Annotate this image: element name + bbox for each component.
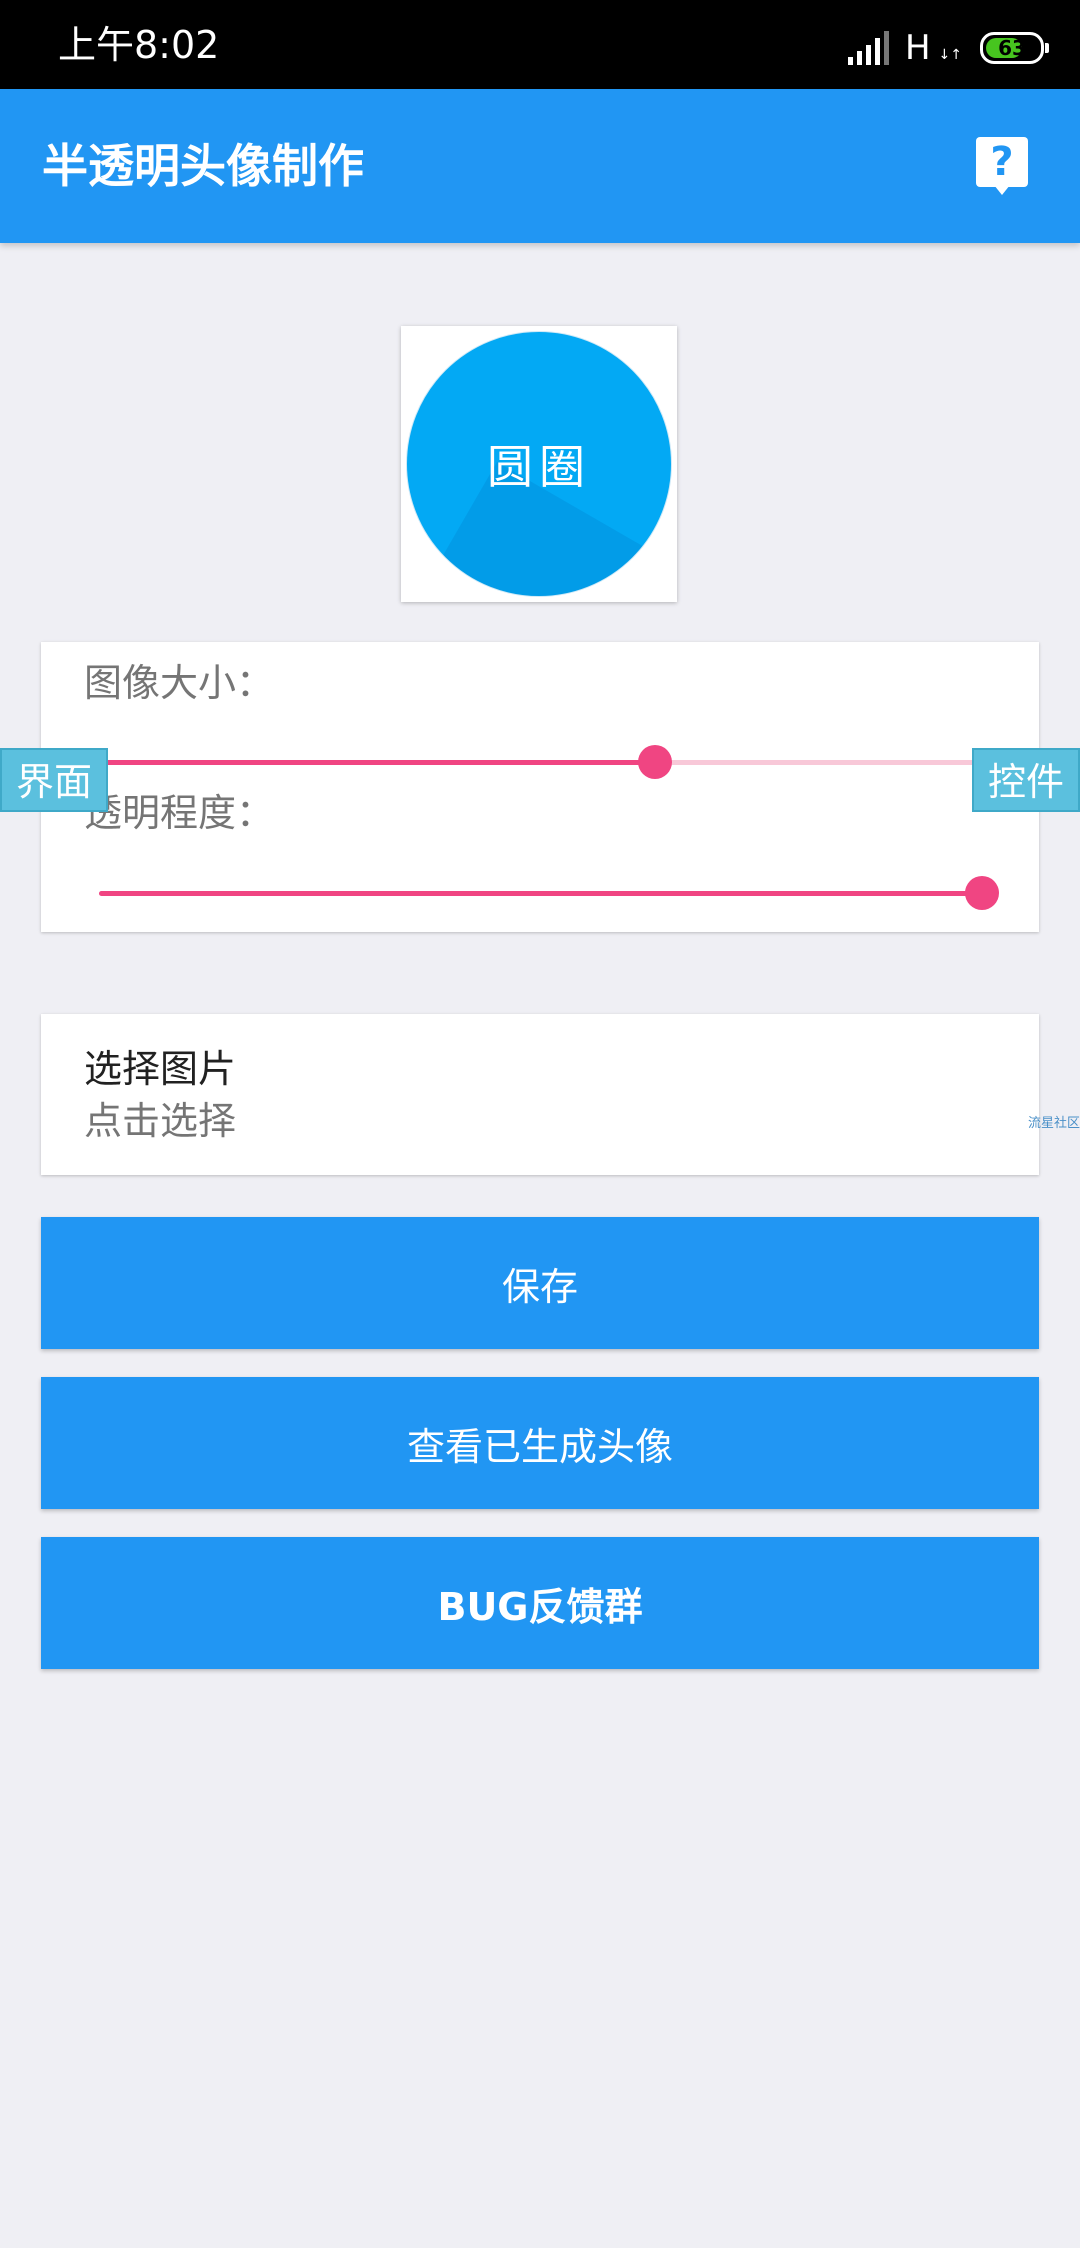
battery-level: 63 [998, 36, 1026, 60]
network-type: H [904, 28, 931, 68]
slider-fill [99, 891, 982, 896]
opacity-slider[interactable] [99, 876, 999, 910]
app-bar: 半透明头像制作 ? [0, 89, 1080, 243]
app-title: 半透明头像制作 [42, 139, 364, 193]
slider-fill [99, 760, 656, 765]
watermark: 流星社区 [1028, 1116, 1080, 1131]
opacity-label: 透明程度： [84, 791, 275, 835]
help-button[interactable]: ? [976, 137, 1028, 195]
side-tag-interface[interactable]: 界面 [0, 748, 108, 812]
signal-icon [847, 31, 889, 65]
status-bar: 上午8:02 H ↓↑ 63 [0, 0, 1080, 89]
battery-icon: 63 [980, 32, 1049, 64]
network-activity-icon: ↓↑ [938, 47, 962, 63]
help-icon-tail [994, 185, 1010, 195]
status-icons: H ↓↑ 63 [847, 28, 1049, 68]
choose-image-hint: 点击选择 [84, 1099, 237, 1143]
status-time: 上午8:02 [58, 23, 220, 67]
battery-tip [1045, 43, 1049, 53]
choose-image-title: 选择图片 [84, 1047, 237, 1091]
choose-image-card[interactable]: 选择图片 点击选择 [41, 1014, 1039, 1175]
bug-feedback-button[interactable]: BUG反馈群 [41, 1537, 1039, 1669]
side-tag-controls[interactable]: 控件 [972, 748, 1080, 812]
slider-thumb[interactable] [638, 745, 673, 779]
avatar-text: 圆圈 [487, 440, 591, 494]
question-mark-icon: ? [976, 137, 1028, 187]
slider-thumb[interactable] [965, 876, 999, 910]
image-size-slider[interactable] [99, 745, 982, 779]
avatar-preview: 圆圈 [401, 326, 677, 602]
view-generated-button[interactable]: 查看已生成头像 [41, 1377, 1039, 1509]
image-size-label: 图像大小： [84, 661, 275, 705]
save-button[interactable]: 保存 [41, 1217, 1039, 1349]
avatar-circle: 圆圈 [406, 331, 672, 597]
slider-card: 图像大小： 透明程度： [41, 642, 1039, 932]
